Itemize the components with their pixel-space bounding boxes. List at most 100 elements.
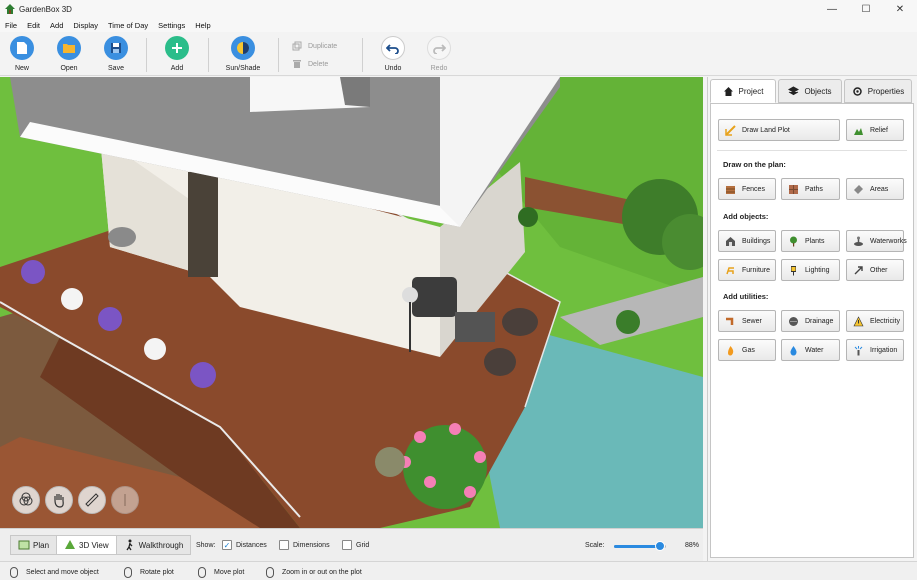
- dimensions-checkbox[interactable]: Dimensions: [279, 540, 330, 550]
- lamp-icon: [791, 265, 796, 275]
- tab-3d-view-label: 3D View: [79, 540, 109, 550]
- drainage-button[interactable]: Drainage: [781, 310, 840, 332]
- furniture-button[interactable]: Furniture: [718, 259, 776, 281]
- tab-project[interactable]: Project: [710, 79, 776, 103]
- mouse-wheel-icon: [266, 567, 274, 578]
- waterworks-button[interactable]: Waterworks: [846, 230, 907, 252]
- water-label: Water: [805, 346, 824, 354]
- add-button[interactable]: Add: [155, 36, 199, 72]
- close-button[interactable]: ✕: [883, 0, 917, 18]
- tab-properties[interactable]: Properties: [844, 79, 912, 103]
- tab-objects[interactable]: Objects: [778, 79, 842, 103]
- status-select: Select and move object: [10, 567, 99, 578]
- plants-label: Plants: [805, 237, 825, 245]
- tab-walkthrough[interactable]: Walkthrough: [117, 536, 191, 554]
- coffee-table: [455, 312, 495, 342]
- scale-slider-knob[interactable]: [654, 541, 665, 551]
- redo-label: Redo: [430, 65, 448, 72]
- lighting-button[interactable]: Lighting: [781, 259, 840, 281]
- floor-lamp: [402, 287, 418, 303]
- electricity-button[interactable]: Electricity: [846, 310, 904, 332]
- save-button[interactable]: Save: [94, 36, 138, 72]
- pan-control[interactable]: [45, 486, 73, 514]
- status-move: Move plot: [198, 567, 244, 578]
- sewer-button[interactable]: Sewer: [718, 310, 776, 332]
- flower-planter: [21, 260, 45, 284]
- divider: [717, 150, 907, 151]
- toolbar-separator: [278, 38, 279, 72]
- menu-add[interactable]: Add: [45, 21, 68, 30]
- water-button[interactable]: Water: [781, 339, 840, 361]
- project-icon: [723, 86, 733, 96]
- add-objects-heading: Add objects:: [723, 212, 769, 221]
- areas-button[interactable]: Areas: [846, 178, 904, 200]
- scale-slider[interactable]: [614, 541, 666, 551]
- lighting-label: Lighting: [805, 266, 830, 274]
- project-panel: Project Objects Properties Draw Land Plo…: [707, 77, 917, 561]
- fences-button[interactable]: Fences: [718, 178, 776, 200]
- gas-button[interactable]: Gas: [718, 339, 776, 361]
- draw-land-plot-label: Draw Land Plot: [742, 126, 790, 134]
- open-button[interactable]: Open: [47, 36, 91, 72]
- undo-button[interactable]: Undo: [371, 36, 415, 72]
- water-drop-icon: [790, 345, 797, 355]
- layers-icon: [788, 85, 800, 95]
- undo-label: Undo: [384, 65, 402, 72]
- duplicate-label: Duplicate: [308, 42, 338, 50]
- orbit-control[interactable]: [12, 486, 40, 514]
- tab-walkthrough-label: Walkthrough: [138, 540, 184, 550]
- area-icon: [854, 184, 863, 194]
- duplicate-button[interactable]: Duplicate: [292, 41, 337, 51]
- trash-icon: [293, 60, 301, 68]
- land-plot-icon: [725, 124, 736, 136]
- sunshade-button[interactable]: Sun/Shade: [221, 36, 265, 72]
- maximize-button[interactable]: ☐: [849, 0, 883, 18]
- new-button[interactable]: New: [0, 36, 44, 72]
- dimensions-label: Dimensions: [293, 541, 330, 549]
- gear-icon: [853, 86, 862, 96]
- minimize-button[interactable]: —: [815, 0, 849, 18]
- panel-tabs: Project Objects Properties: [708, 79, 917, 103]
- paths-button[interactable]: Paths: [781, 178, 840, 200]
- camera-height-control[interactable]: [111, 486, 139, 514]
- chair: [502, 308, 538, 336]
- relief-button[interactable]: Relief: [846, 119, 904, 141]
- scale-value: 88%: [685, 542, 700, 549]
- distances-checkbox[interactable]: ✓ Distances: [222, 540, 267, 550]
- menu-settings[interactable]: Settings: [153, 21, 190, 30]
- 3d-viewport[interactable]: [0, 77, 703, 528]
- grid-checkbox[interactable]: Grid: [342, 540, 369, 550]
- title-bar: GardenBox 3D — ☐ ✕: [0, 0, 917, 18]
- buildings-button[interactable]: Buildings: [718, 230, 776, 252]
- open-folder-icon: [57, 36, 81, 60]
- draw-land-plot-button[interactable]: Draw Land Plot: [718, 119, 840, 141]
- distances-label: Distances: [236, 541, 267, 549]
- sewer-icon: [726, 317, 734, 325]
- menu-edit[interactable]: Edit: [22, 21, 45, 30]
- fences-label: Fences: [742, 185, 765, 193]
- plants-button[interactable]: Plants: [781, 230, 840, 252]
- relief-label: Relief: [870, 126, 888, 134]
- other-button[interactable]: Other: [846, 259, 904, 281]
- menu-file[interactable]: File: [0, 21, 22, 30]
- measure-control[interactable]: [78, 486, 106, 514]
- menu-time-of-day[interactable]: Time of Day: [103, 21, 153, 30]
- redo-button[interactable]: Redo: [417, 36, 461, 72]
- tab-plan[interactable]: Plan: [11, 536, 58, 554]
- menu-display[interactable]: Display: [68, 21, 103, 30]
- hand-icon: [54, 494, 64, 508]
- irrigation-button[interactable]: Irrigation: [846, 339, 904, 361]
- path-icon: [789, 184, 798, 194]
- show-label: Show:: [196, 542, 216, 549]
- tab-plan-label: Plan: [33, 540, 50, 550]
- scale-slider-fill: [614, 545, 660, 548]
- draw-on-plan-heading: Draw on the plan:: [723, 160, 786, 169]
- buildings-label: Buildings: [742, 237, 771, 245]
- tab-3d-view[interactable]: 3D View: [57, 536, 117, 554]
- toolbar: New Open Save Add Sun/Shade Duplicate De…: [0, 32, 917, 76]
- sunshade-label: Sun/Shade: [225, 65, 261, 72]
- irrigation-label: Irrigation: [870, 346, 898, 354]
- menu-help[interactable]: Help: [190, 21, 215, 30]
- areas-label: Areas: [870, 185, 889, 193]
- delete-button[interactable]: Delete: [292, 59, 328, 69]
